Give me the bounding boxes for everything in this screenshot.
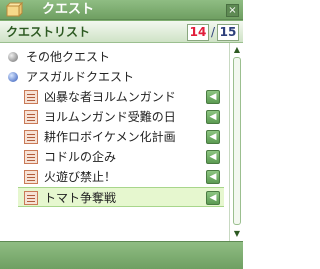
category-other-quests[interactable]: その他クエスト bbox=[0, 47, 229, 67]
quest-arrow-button[interactable]: ◀ bbox=[206, 110, 220, 124]
quest-label: 凶暴な者ヨルムンガンド bbox=[44, 90, 176, 104]
blue-bullet-icon bbox=[8, 72, 18, 82]
window-footer bbox=[0, 241, 243, 269]
title-bar[interactable]: クエスト × bbox=[0, 0, 243, 20]
quest-count-separator: / bbox=[210, 25, 216, 39]
category-asgard-quests[interactable]: アスガルドクエスト bbox=[0, 67, 229, 87]
quest-label: トマト争奪戦 bbox=[44, 191, 117, 205]
quest-window: クエスト × クエストリスト 14 / 15 その他クエスト アスガルドクエスト… bbox=[0, 0, 243, 269]
quest-arrow-button[interactable]: ◀ bbox=[206, 150, 220, 164]
quest-item[interactable]: 火遊び禁止！ ◀ bbox=[18, 167, 224, 187]
quest-scroll-icon bbox=[24, 170, 38, 184]
quest-label: 火遊び禁止！ bbox=[44, 170, 117, 184]
quest-scroll-icon bbox=[24, 191, 38, 205]
quest-counter: 14 / 15 bbox=[187, 23, 239, 41]
quest-arrow-button[interactable]: ◀ bbox=[206, 130, 220, 144]
category-label: その他クエスト bbox=[26, 50, 111, 64]
quest-list-label: クエストリスト bbox=[6, 25, 91, 39]
quest-arrow-button[interactable]: ◀ bbox=[206, 90, 220, 104]
category-label: アスガルドクエスト bbox=[26, 70, 135, 84]
quest-arrow-button[interactable]: ◀ bbox=[206, 191, 220, 205]
quest-scroll-icon bbox=[24, 130, 38, 144]
scroll-up-icon[interactable]: ▲ bbox=[232, 45, 242, 55]
quest-count-current: 14 bbox=[187, 23, 209, 41]
quest-item[interactable]: 耕作ロボイケメン化計画 ◀ bbox=[18, 127, 224, 147]
quest-list-header: クエストリスト 14 / 15 bbox=[0, 21, 243, 43]
quest-scroll-icon bbox=[24, 150, 38, 164]
quest-scroll-icon bbox=[24, 90, 38, 104]
quest-item-selected[interactable]: トマト争奪戦 ◀ bbox=[18, 187, 224, 207]
quest-label: ヨルムンガンド受難の日 bbox=[44, 110, 176, 124]
quest-arrow-button[interactable]: ◀ bbox=[206, 170, 220, 184]
quest-window-icon bbox=[4, 1, 24, 18]
quest-scroll-icon bbox=[24, 110, 38, 124]
quest-count-max: 15 bbox=[217, 23, 239, 41]
gray-bullet-icon bbox=[8, 52, 18, 62]
quest-label: コドルの企み bbox=[44, 150, 117, 164]
scroll-down-icon[interactable]: ▼ bbox=[232, 229, 242, 239]
quest-item[interactable]: 凶暴な者ヨルムンガンド ◀ bbox=[18, 87, 224, 107]
scroll-thumb[interactable] bbox=[233, 57, 241, 225]
quest-item[interactable]: ヨルムンガンド受難の日 ◀ bbox=[18, 107, 224, 127]
quest-list: その他クエスト アスガルドクエスト 凶暴な者ヨルムンガンド ◀ ヨルムンガンド受… bbox=[0, 43, 229, 241]
close-button[interactable]: × bbox=[226, 4, 239, 17]
window-title: クエスト bbox=[42, 2, 95, 17]
vertical-scrollbar[interactable]: ▲ ▼ bbox=[229, 43, 243, 241]
quest-item[interactable]: コドルの企み ◀ bbox=[18, 147, 224, 167]
quest-label: 耕作ロボイケメン化計画 bbox=[44, 130, 176, 144]
